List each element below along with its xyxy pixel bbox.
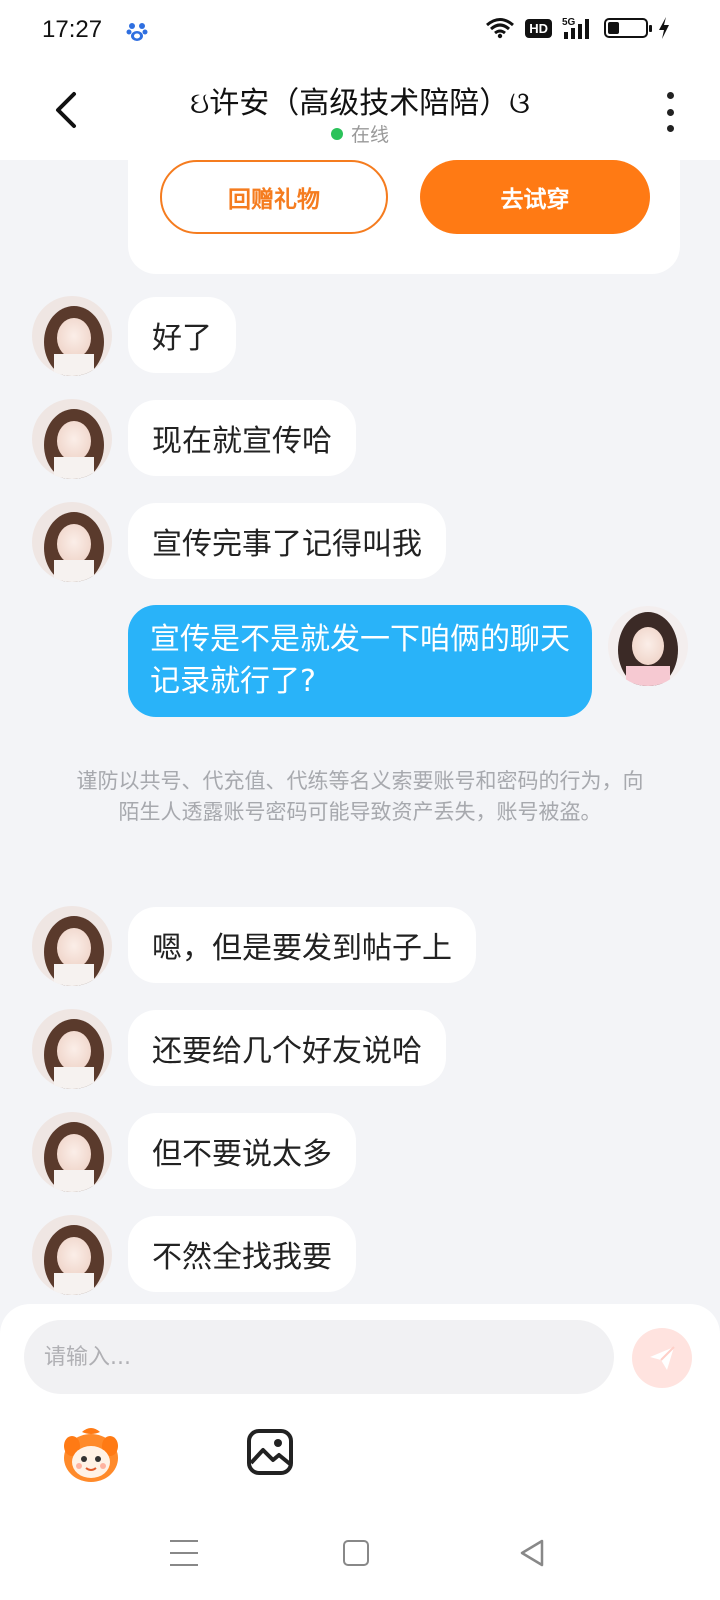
contact-avatar[interactable]: [32, 1112, 112, 1192]
more-icon-dot: [666, 108, 674, 116]
contact-avatar[interactable]: [32, 296, 112, 376]
message-bubble-received[interactable]: 不然全找我要: [128, 1216, 356, 1292]
signal-5g-icon: 5G: [562, 17, 589, 39]
message-bubble-sent[interactable]: 宣传是不是就发一下咱俩的聊天记录就行了?: [128, 605, 592, 717]
message-bubble-received[interactable]: 宣传完事了记得叫我: [128, 503, 446, 579]
contact-name: ઇ许安（高级技术陪陪）ଓ: [190, 86, 530, 121]
status-icons: HD 5G: [485, 16, 670, 40]
message-input[interactable]: [24, 1320, 614, 1394]
online-status: 在线: [0, 120, 720, 147]
status-bar: 17:27 HD 5G: [0, 0, 720, 64]
baidu-paw-icon: [126, 23, 148, 41]
svg-text:5G: 5G: [562, 17, 576, 28]
menu-icon-line: [170, 1564, 198, 1566]
online-dot: [330, 127, 343, 140]
security-notice: 谨防以共号、代充值、代练等名义索要账号和密码的行为，向陌生人透露账号密码可能导致…: [76, 769, 644, 824]
contact-avatar[interactable]: [32, 502, 112, 582]
more-icon-dot: [666, 125, 674, 132]
nav-home-button[interactable]: [343, 1540, 369, 1566]
gift-card: 回赠礼物 去试穿: [128, 150, 680, 274]
hd-badge: HD: [525, 18, 552, 38]
message-bubble-received[interactable]: 但不要说太多: [128, 1113, 356, 1189]
contact-avatar[interactable]: [32, 399, 112, 479]
contact-avatar[interactable]: [32, 1009, 112, 1089]
contact-avatar[interactable]: [32, 1215, 112, 1295]
return-gift-button[interactable]: 回赠礼物: [160, 160, 388, 234]
more-icon-dot: [666, 92, 674, 99]
menu-icon-line: [170, 1540, 198, 1542]
nav-back-icon[interactable]: [518, 1538, 546, 1568]
battery-icon: [604, 18, 652, 38]
more-button[interactable]: [660, 92, 680, 132]
message-bubble-received[interactable]: 还要给几个好友说哈: [128, 1010, 446, 1086]
try-on-button[interactable]: 去试穿: [420, 160, 650, 234]
online-status-text: 在线: [350, 124, 389, 146]
image-icon[interactable]: [246, 1428, 294, 1476]
message-bubble-received[interactable]: 现在就宣传哈: [128, 400, 356, 476]
message-bubble-received[interactable]: 好了: [128, 297, 236, 373]
mascot-emoji-icon[interactable]: [60, 1424, 122, 1486]
menu-icon-line: [170, 1552, 198, 1554]
my-avatar[interactable]: [608, 606, 688, 686]
nav-menu-button[interactable]: [170, 1540, 198, 1566]
wifi-icon: [486, 18, 515, 39]
send-button[interactable]: [632, 1328, 692, 1388]
message-bubble-received[interactable]: 嗯，但是要发到帖子上: [128, 907, 476, 983]
status-time: 17:27: [42, 16, 103, 43]
contact-avatar[interactable]: [32, 906, 112, 986]
charging-bolt-icon: [659, 17, 669, 39]
chat-header: ઇ许安（高级技术陪陪）ଓ 在线: [0, 64, 720, 160]
send-icon: [650, 1346, 675, 1370]
